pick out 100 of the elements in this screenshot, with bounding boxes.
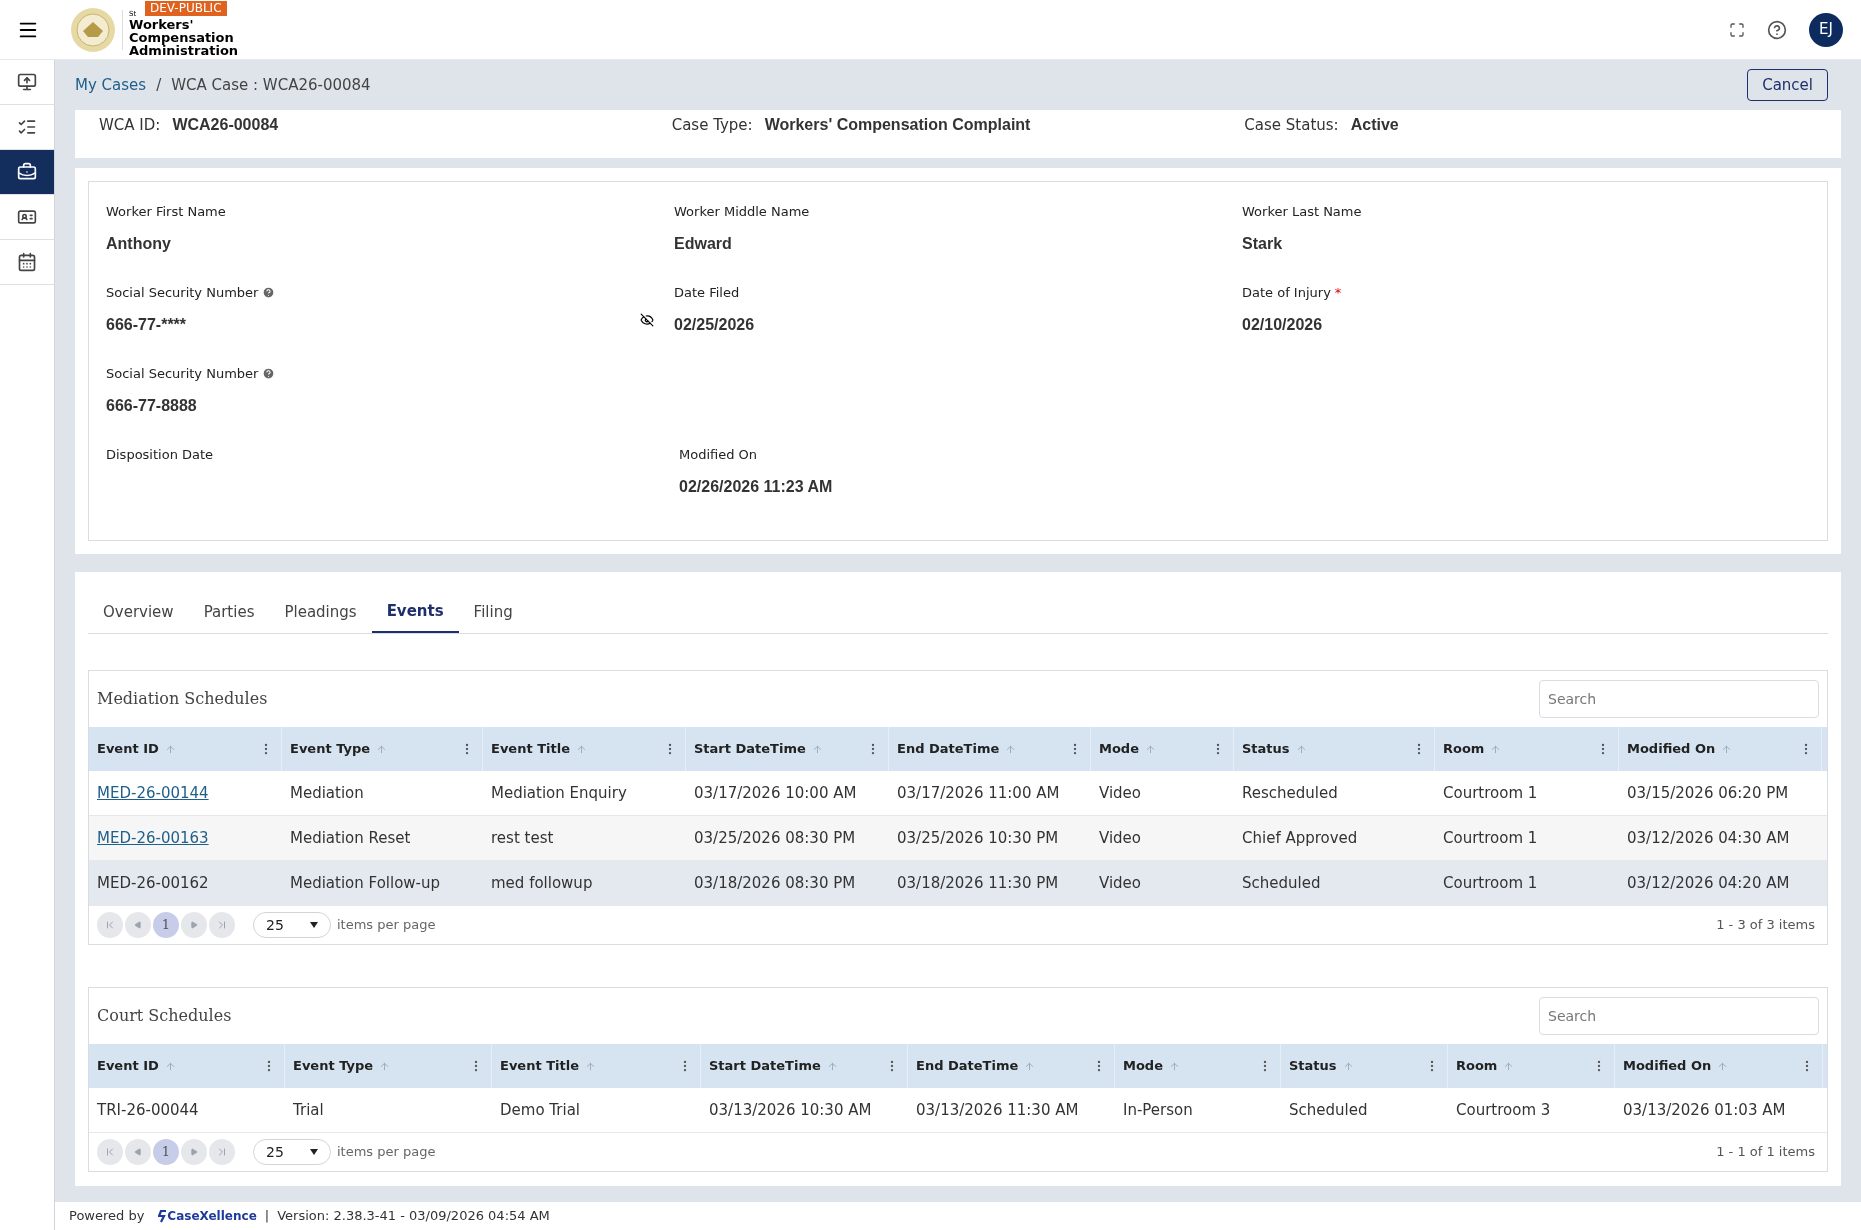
cancel-button[interactable]: Cancel	[1747, 69, 1828, 101]
table-cell-text: 03/25/2026 08:30 PM	[694, 827, 856, 849]
page-button[interactable]: 1	[153, 1139, 179, 1165]
previous-page-icon	[134, 921, 142, 929]
field-value: Edward	[674, 233, 732, 254]
previous-page-button[interactable]	[125, 1139, 151, 1165]
briefcase-icon	[17, 162, 37, 182]
version-text: Version: 2.38.3-41 - 03/09/2026 04:54 AM	[277, 1207, 550, 1226]
sidebar-item[interactable]	[0, 150, 54, 195]
tab[interactable]: Overview	[88, 592, 189, 633]
table-cell-text: 03/17/2026 10:00 AM	[694, 782, 857, 804]
table-cell-text: In-Person	[1123, 1099, 1193, 1121]
tab[interactable]: Parties	[188, 592, 270, 633]
sort-icon	[1490, 743, 1502, 755]
breadcrumb-link[interactable]: My Cases	[75, 73, 147, 97]
previous-page-button[interactable]	[125, 912, 151, 938]
table-cell-text: TRI-26-00044	[97, 1099, 199, 1121]
search-field[interactable]: Search	[1539, 680, 1819, 718]
sort-icon	[1342, 1060, 1354, 1072]
search-field[interactable]: Search	[1539, 997, 1819, 1035]
summary-label: WCA ID:	[99, 115, 161, 136]
table-cell-text: Mediation Follow-up	[290, 872, 441, 894]
summary-value: WCA26-00084	[172, 115, 279, 135]
table-cell-text: Courtroom 1	[1443, 872, 1538, 894]
field-label: Date Filed	[674, 284, 740, 302]
first-page-icon	[104, 919, 116, 931]
sort-icon	[585, 1060, 596, 1072]
sort-icon	[379, 1060, 391, 1072]
required-mark: *	[1334, 284, 1342, 302]
table-cell-text: Trial	[293, 1099, 324, 1121]
visibility-toggle-icon[interactable]	[640, 313, 654, 327]
field-value: 02/25/2026	[674, 314, 755, 335]
tab[interactable]: Pleadings	[269, 592, 372, 633]
help-icon[interactable]	[1767, 19, 1787, 40]
table-cell-text: 03/13/2026 01:03 AM	[1623, 1099, 1786, 1121]
pager-summary: 1 - 1 of 1 items	[1716, 1143, 1815, 1162]
pager-summary: 1 - 3 of 3 items	[1716, 916, 1815, 935]
table-cell-text: 03/18/2026 08:30 PM	[694, 872, 856, 894]
logo-text: Compensation	[129, 30, 235, 44]
field-value: Stark	[1242, 233, 1283, 254]
sort-icon	[376, 743, 388, 755]
calendar-icon	[17, 252, 37, 272]
upload-icon	[17, 72, 37, 92]
user-avatar[interactable]: EJ	[1809, 12, 1843, 47]
fullscreen-icon[interactable]	[1729, 21, 1745, 38]
table-cell-text: Rescheduled	[1242, 782, 1338, 804]
page-button[interactable]: 1	[153, 912, 179, 938]
table-cell-text: Scheduled	[1242, 872, 1321, 894]
table-cell-text: Video	[1099, 827, 1142, 849]
sort-icon	[1717, 1060, 1729, 1072]
footer-separator: |	[264, 1207, 270, 1226]
tab[interactable]: Filing	[458, 592, 528, 633]
table-cell-text: Mediation	[290, 782, 364, 804]
summary-value: Workers' Compensation Complaint	[764, 115, 1031, 135]
items-per-page-label: items per page	[337, 916, 436, 935]
table-cell-text: 03/17/2026 11:00 AM	[897, 782, 1060, 804]
panel-title: Mediation Schedules	[97, 688, 268, 710]
next-page-button[interactable]	[181, 912, 207, 938]
panel-title: Court Schedules	[97, 1005, 232, 1027]
table-cell-text: Demo Trial	[500, 1099, 580, 1121]
caret-icon	[310, 922, 318, 928]
next-page-icon	[190, 1148, 198, 1156]
next-page-button[interactable]	[181, 1139, 207, 1165]
summary-label: Case Status:	[1244, 115, 1339, 136]
sort-icon	[164, 743, 176, 755]
table-cell-text: 03/18/2026 11:30 PM	[897, 872, 1059, 894]
logo-text: Workers'	[129, 17, 195, 31]
checklist-icon	[17, 117, 37, 137]
table-cell-text: 03/13/2026 10:30 AM	[709, 1099, 872, 1121]
last-page-icon	[216, 919, 228, 931]
table-cell-text: med followup	[491, 872, 593, 894]
sort-icon	[811, 743, 823, 755]
table-cell-text: Mediation Reset	[290, 827, 411, 849]
breadcrumb-current: WCA Case : WCA26-00084	[171, 74, 371, 96]
event-id-link[interactable]: MED-26-00163	[97, 826, 209, 850]
first-page-icon	[104, 1146, 116, 1158]
table-cell-text: Courtroom 1	[1443, 782, 1538, 804]
table-cell-text: 03/12/2026 04:20 AM	[1627, 872, 1790, 894]
seal-icon	[70, 6, 116, 53]
field-label: Modified On	[679, 446, 758, 464]
brand-logo: CaseXellence	[158, 1207, 257, 1225]
table-cell-text: MED-26-00162	[97, 872, 209, 894]
id-card-icon	[17, 207, 37, 227]
field-value: 666-77-****	[106, 314, 187, 335]
environment-badge: DEV-PUBLIC	[145, 0, 227, 16]
breadcrumb-separator: /	[156, 74, 162, 96]
table-row[interactable]: MED-26-00163 Mediation Reset rest test 03/25/2026 08:30 PM 03/25/2026 10:30 PM Video Chief Approved Courtroom 1 03/12/2026 04:30 AM	[89, 816, 1827, 861]
field-value: Anthony	[106, 233, 171, 254]
tab[interactable]: Events	[371, 592, 459, 633]
table-cell-text: Video	[1099, 872, 1142, 894]
table-cell-text: Video	[1099, 782, 1142, 804]
table-cell-text: Mediation Enquiry	[491, 782, 627, 804]
sort-icon	[1024, 1060, 1036, 1072]
table-cell-text: Chief Approved	[1242, 827, 1358, 849]
field-label: Worker Last Name	[1242, 203, 1362, 221]
caret-icon	[310, 1149, 318, 1155]
event-id-link[interactable]: MED-26-00144	[97, 781, 209, 805]
field-label: Worker Middle Name	[674, 203, 810, 221]
next-page-icon	[190, 921, 198, 929]
table-row[interactable]: MED-26-00162 Mediation Follow-up med followup 03/18/2026 08:30 PM 03/18/2026 11:30 PM Video Scheduled Courtroom 1 03/12/2026 04:20 AM	[89, 861, 1827, 906]
